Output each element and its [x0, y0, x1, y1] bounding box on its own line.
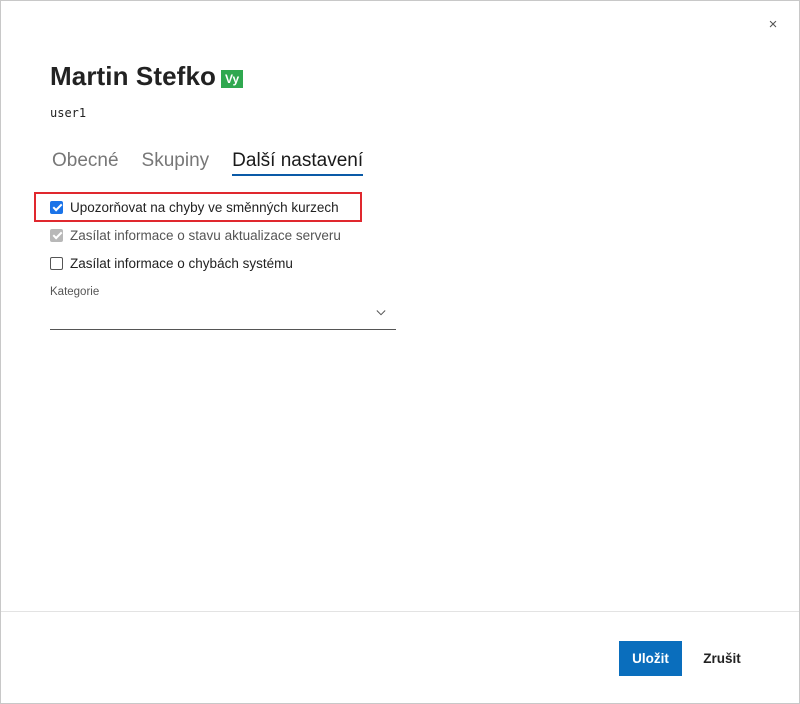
checkbox-system-errors[interactable] — [50, 256, 63, 270]
option-label: Zasílat informace o stavu aktualizace se… — [70, 227, 341, 243]
you-badge: Vy — [220, 70, 244, 88]
category-select[interactable] — [50, 306, 396, 330]
tab-additional-settings[interactable]: Další nastavení — [232, 150, 364, 176]
option-server-update-status: Zasílat informace o stavu aktualizace se… — [50, 225, 341, 245]
tab-groups[interactable]: Skupiny — [142, 150, 210, 176]
chevron-down-icon — [376, 310, 386, 316]
user-login: user1 — [50, 106, 87, 120]
option-label: Zasílat informace o chybách systému — [70, 255, 293, 271]
category-field: Kategorie — [50, 286, 396, 330]
tab-general[interactable]: Obecné — [52, 150, 119, 176]
footer-divider — [1, 611, 799, 612]
tab-bar: Obecné Skupiny Další nastavení — [50, 150, 386, 176]
options-list: Upozorňovat na chyby ve směnných kurzech… — [50, 197, 341, 281]
option-system-errors[interactable]: Zasílat informace o chybách systému — [50, 253, 341, 273]
title-row: Martin Stefko Vy — [50, 61, 244, 92]
checkbox-server-update-status — [50, 228, 63, 242]
option-label: Upozorňovat na chyby ve směnných kurzech — [70, 199, 339, 215]
option-exchange-rate-errors[interactable]: Upozorňovat na chyby ve směnných kurzech — [50, 197, 341, 217]
user-settings-dialog: × Martin Stefko Vy user1 Obecné Skupiny … — [0, 0, 800, 704]
cancel-button[interactable]: Zrušit — [691, 641, 753, 676]
save-button[interactable]: Uložit — [619, 641, 682, 676]
category-label: Kategorie — [50, 286, 100, 298]
checkbox-exchange-rate-errors[interactable] — [50, 200, 63, 214]
user-name: Martin Stefko — [50, 61, 216, 91]
dialog-header: Martin Stefko Vy user1 — [50, 61, 244, 120]
close-icon[interactable]: × — [765, 17, 781, 33]
